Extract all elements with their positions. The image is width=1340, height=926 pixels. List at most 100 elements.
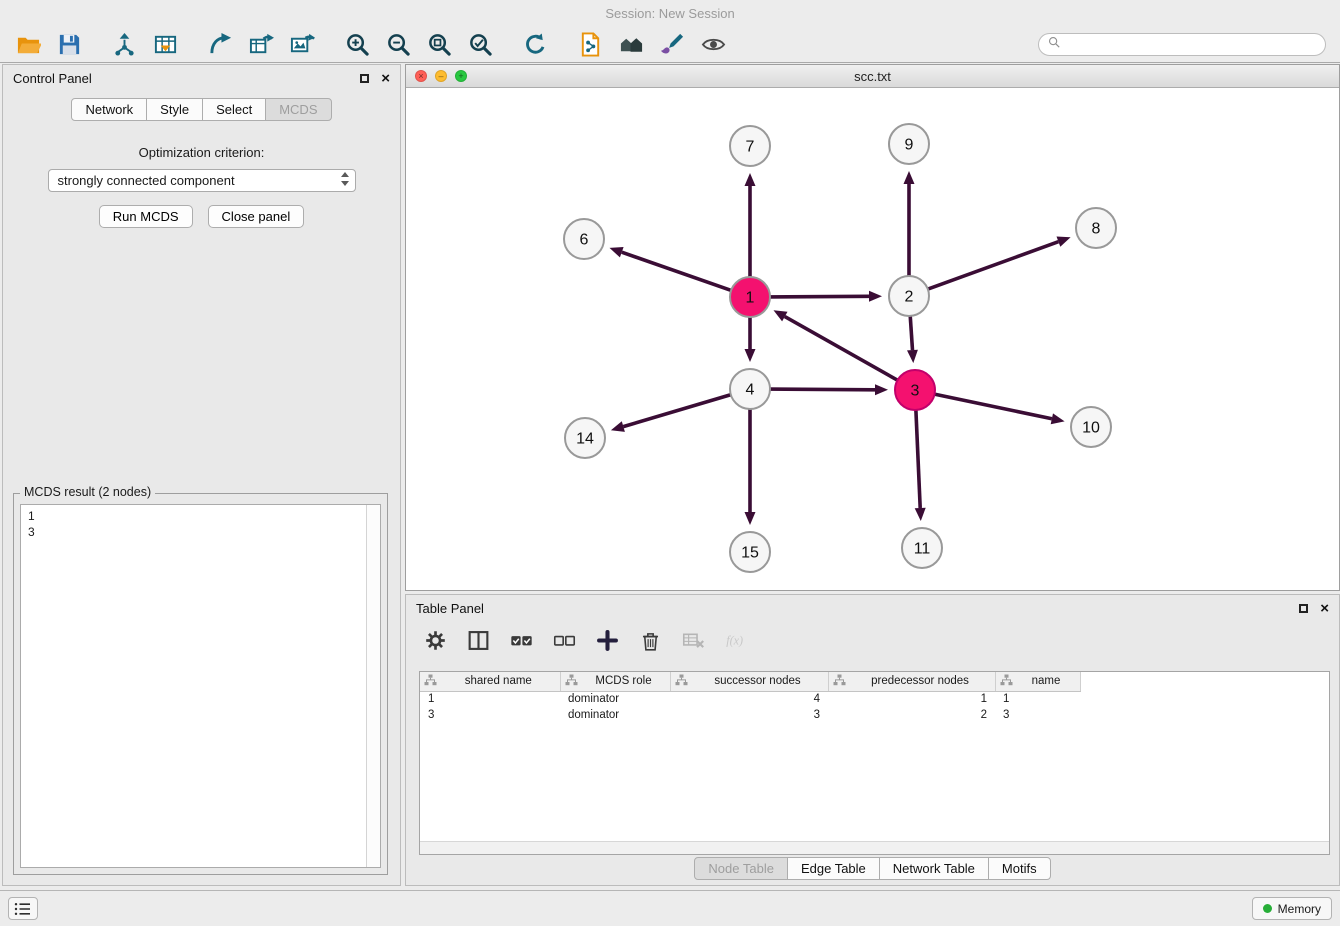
edge-3-10[interactable] <box>933 394 1065 425</box>
open-file-icon[interactable] <box>14 30 42 58</box>
command-panel-icon[interactable] <box>8 897 38 920</box>
table-cell[interactable]: 4 <box>670 691 828 707</box>
table-cell[interactable]: 2 <box>828 707 995 723</box>
edge-2-3[interactable] <box>907 314 918 363</box>
table-row[interactable]: 1dominator411 <box>420 691 1080 707</box>
memory-button[interactable]: Memory <box>1252 897 1332 920</box>
column-header-successor-nodes[interactable]: successor nodes <box>670 672 828 691</box>
edge-1-2[interactable] <box>768 291 882 302</box>
export-network-icon[interactable] <box>206 30 234 58</box>
export-image-icon[interactable] <box>288 30 316 58</box>
criterion-select[interactable]: strongly connected component <box>48 169 356 192</box>
svg-text:7: 7 <box>746 139 755 156</box>
import-table-icon[interactable] <box>151 30 179 58</box>
table-cell[interactable]: dominator <box>560 691 670 707</box>
table-cell[interactable]: 1 <box>995 691 1080 707</box>
node-2[interactable]: 2 <box>889 276 929 316</box>
float-panel-icon[interactable] <box>360 74 369 83</box>
result-scrollbar[interactable] <box>366 505 380 867</box>
show-hide-icon[interactable] <box>699 30 727 58</box>
edge-1-7[interactable] <box>745 173 756 279</box>
node-11[interactable]: 11 <box>902 528 942 568</box>
tab-node-table[interactable]: Node Table <box>694 857 788 880</box>
node-9[interactable]: 9 <box>889 124 929 164</box>
import-network-icon[interactable] <box>110 30 138 58</box>
tab-network-table[interactable]: Network Table <box>879 857 989 880</box>
zoom-in-icon[interactable] <box>343 30 371 58</box>
table-row[interactable]: 3dominator323 <box>420 707 1080 723</box>
column-header-mcds-role[interactable]: MCDS role <box>560 672 670 691</box>
clone-network-icon[interactable] <box>576 30 604 58</box>
mcds-result-area[interactable]: 13 <box>20 504 381 868</box>
settings-gear-icon[interactable] <box>422 628 448 652</box>
add-row-icon[interactable] <box>594 628 620 652</box>
node-4[interactable]: 4 <box>730 369 770 409</box>
table-cell[interactable]: 1 <box>828 691 995 707</box>
home-icon[interactable] <box>617 30 645 58</box>
node-7[interactable]: 7 <box>730 126 770 166</box>
mcds-result-list: 13 <box>21 505 380 543</box>
float-table-panel-icon[interactable] <box>1299 604 1308 613</box>
column-type-icon <box>424 674 437 689</box>
function-builder-icon: f(x) <box>723 628 749 652</box>
close-panel-button[interactable]: Close panel <box>208 205 305 228</box>
zoom-window-icon[interactable] <box>455 70 467 82</box>
node-3[interactable]: 3 <box>895 370 935 410</box>
network-canvas[interactable]: 1 2 3 4 6 7 8 9 10 11 14 15 <box>406 88 1339 590</box>
zoom-out-icon[interactable] <box>384 30 412 58</box>
table-cell[interactable]: dominator <box>560 707 670 723</box>
minimize-window-icon[interactable] <box>435 70 447 82</box>
edge-1-4[interactable] <box>745 315 756 362</box>
table-panel-header: Table Panel × <box>406 595 1339 621</box>
column-header-shared-name[interactable]: shared name <box>420 672 560 691</box>
delete-table-icon <box>680 628 706 652</box>
node-6[interactable]: 6 <box>564 219 604 259</box>
node-10[interactable]: 10 <box>1071 407 1111 447</box>
node-15[interactable]: 15 <box>730 532 770 572</box>
tab-edge-table[interactable]: Edge Table <box>787 857 880 880</box>
column-type-icon <box>1000 674 1013 689</box>
table-cell[interactable]: 3 <box>670 707 828 723</box>
node-1[interactable]: 1 <box>730 277 770 317</box>
table-cell[interactable]: 3 <box>995 707 1080 723</box>
svg-text:2: 2 <box>905 289 914 306</box>
svg-text:11: 11 <box>914 541 931 558</box>
edge-4-3[interactable] <box>768 384 888 395</box>
edge-3-11[interactable] <box>915 408 926 521</box>
zoom-selected-icon[interactable] <box>466 30 494 58</box>
edge-3-1[interactable] <box>774 310 900 381</box>
column-selector-icon[interactable] <box>465 628 491 652</box>
table-cell[interactable]: 3 <box>420 707 560 723</box>
column-header-name[interactable]: name <box>995 672 1080 691</box>
tab-mcds[interactable]: MCDS <box>265 98 331 121</box>
window-title: Session: New Session <box>605 6 734 21</box>
close-table-panel-icon[interactable]: × <box>1320 601 1329 616</box>
deselect-all-icon[interactable] <box>551 628 577 652</box>
delete-row-icon[interactable] <box>637 628 663 652</box>
tab-network[interactable]: Network <box>71 98 147 121</box>
node-8[interactable]: 8 <box>1076 208 1116 248</box>
apply-style-icon[interactable] <box>658 30 686 58</box>
close-panel-icon[interactable]: × <box>381 71 390 86</box>
export-table-icon[interactable] <box>247 30 275 58</box>
node-14[interactable]: 14 <box>565 418 605 458</box>
close-window-icon[interactable] <box>415 70 427 82</box>
search-input[interactable] <box>1066 37 1316 51</box>
tab-select[interactable]: Select <box>202 98 266 121</box>
save-icon[interactable] <box>55 30 83 58</box>
run-mcds-button[interactable]: Run MCDS <box>99 205 193 228</box>
edge-4-14[interactable] <box>611 394 733 432</box>
search-box[interactable] <box>1038 33 1326 56</box>
zoom-fit-icon[interactable] <box>425 30 453 58</box>
select-all-icon[interactable] <box>508 628 534 652</box>
edge-2-9[interactable] <box>904 171 915 278</box>
edge-2-8[interactable] <box>926 237 1071 290</box>
table-cell[interactable]: 1 <box>420 691 560 707</box>
tab-motifs[interactable]: Motifs <box>988 857 1051 880</box>
tab-style[interactable]: Style <box>146 98 203 121</box>
table-hscrollbar[interactable] <box>420 841 1329 854</box>
refresh-layout-icon[interactable] <box>521 30 549 58</box>
edge-1-6[interactable] <box>610 247 734 291</box>
column-header-predecessor-nodes[interactable]: predecessor nodes <box>828 672 995 691</box>
edge-4-15[interactable] <box>745 407 756 525</box>
